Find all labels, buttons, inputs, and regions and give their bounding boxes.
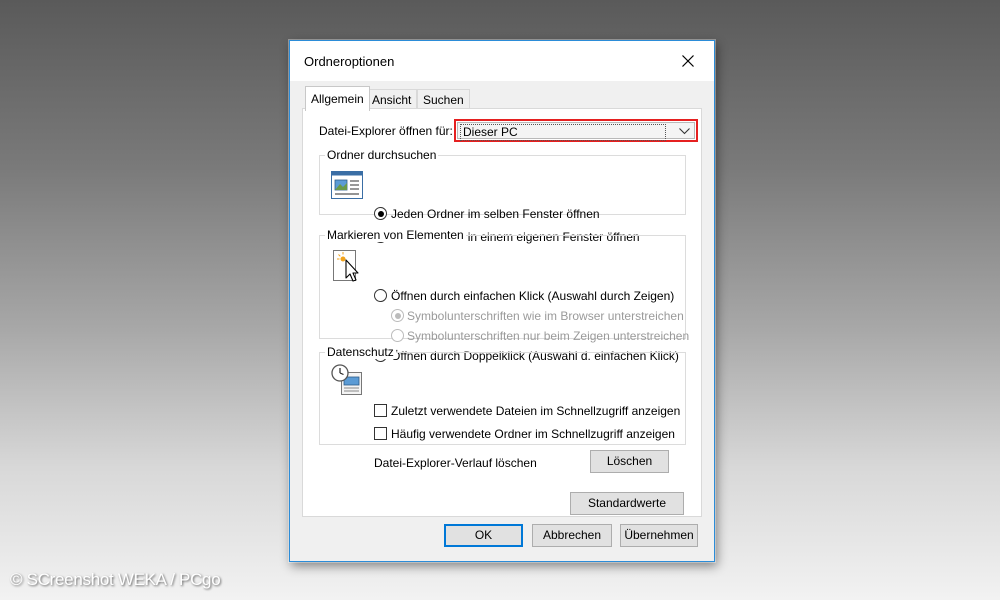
open-for-dropdown[interactable]: Dieser PC xyxy=(454,119,698,142)
checkbox-recent-files[interactable] xyxy=(374,404,387,417)
checkbox-recent-files-label[interactable]: Zuletzt verwendete Dateien im Schnellzug… xyxy=(391,404,680,418)
tab-allgemein-label: Allgemein xyxy=(311,92,364,106)
apply-button[interactable]: Übernehmen xyxy=(620,524,698,547)
browse-folders-group xyxy=(319,155,686,215)
tab-suchen-label: Suchen xyxy=(423,93,464,107)
radio-underline-browser[interactable] xyxy=(391,309,404,322)
radio-same-window-label[interactable]: Jeden Ordner im selben Fenster öffnen xyxy=(391,207,600,221)
open-for-value: Dieser PC xyxy=(460,124,666,141)
item-selection-group xyxy=(319,235,686,339)
tab-ansicht[interactable]: Ansicht xyxy=(366,89,418,110)
checkbox-frequent-folders[interactable] xyxy=(374,427,387,440)
tab-ansicht-label: Ansicht xyxy=(372,93,412,107)
tab-panel-general: Datei-Explorer öffnen für: Dieser PC Ord… xyxy=(302,108,702,517)
privacy-legend: Datenschutz xyxy=(325,345,396,359)
pointer-click-icon xyxy=(333,250,359,282)
radio-single-click[interactable] xyxy=(374,289,387,302)
radio-underline-hover[interactable] xyxy=(391,329,404,342)
tab-suchen[interactable]: Suchen xyxy=(417,89,470,110)
radio-underline-hover-label[interactable]: Symbolunterschriften nur beim Zeigen unt… xyxy=(407,329,689,343)
chevron-down-icon xyxy=(679,128,690,135)
clear-history-label: Datei-Explorer-Verlauf löschen xyxy=(374,456,537,470)
radio-single-click-label[interactable]: Öffnen durch einfachen Klick (Auswahl du… xyxy=(391,289,674,303)
open-for-label: Datei-Explorer öffnen für: xyxy=(319,124,453,138)
checkbox-frequent-folders-label[interactable]: Häufig verwendete Ordner im Schnellzugri… xyxy=(391,427,675,441)
radio-underline-browser-label[interactable]: Symbolunterschriften wie im Browser unte… xyxy=(407,309,684,323)
recent-files-clock-icon xyxy=(331,364,362,395)
ok-button[interactable]: OK xyxy=(444,524,523,547)
copyright-watermark: © SCreenshot WEKA / PCgo xyxy=(10,570,221,589)
close-icon xyxy=(682,55,694,67)
tab-allgemein[interactable]: Allgemein xyxy=(305,86,370,111)
folder-window-icon xyxy=(331,171,363,199)
restore-defaults-button[interactable]: Standardwerte xyxy=(570,492,684,515)
title-bar: Ordneroptionen xyxy=(290,41,714,81)
browse-folders-legend: Ordner durchsuchen xyxy=(325,148,439,162)
dialog-title: Ordneroptionen xyxy=(304,54,395,69)
cancel-button[interactable]: Abbrechen xyxy=(532,524,612,547)
radio-same-window[interactable] xyxy=(374,207,387,220)
clear-history-button[interactable]: Löschen xyxy=(590,450,669,473)
item-selection-legend: Markieren von Elementen xyxy=(325,228,466,242)
folder-options-dialog: Ordneroptionen Allgemein Ansicht Suchen … xyxy=(289,40,715,562)
close-button[interactable] xyxy=(670,47,706,75)
